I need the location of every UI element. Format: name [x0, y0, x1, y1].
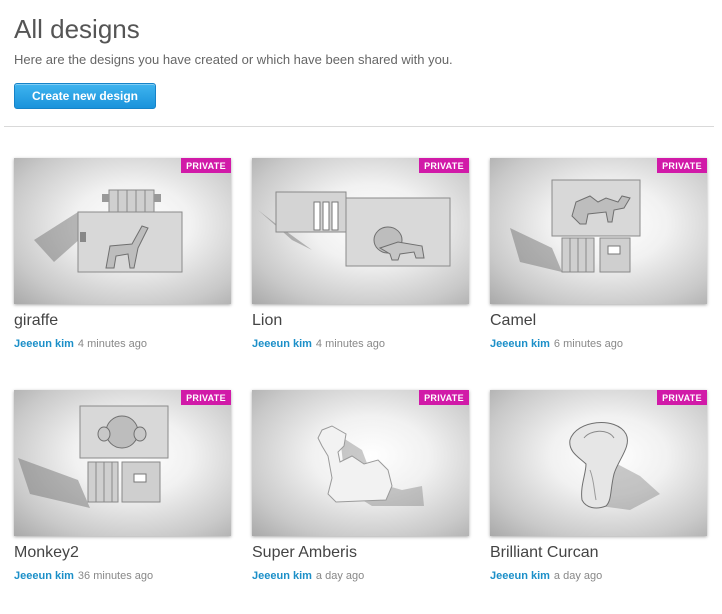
author-link[interactable]: Jeeeun kim	[490, 570, 550, 582]
monkey-kit-model	[18, 405, 169, 508]
author-link[interactable]: Jeeeun kim	[252, 338, 312, 350]
camel-silhouette-model	[317, 425, 424, 506]
private-badge: PRIVATE	[181, 390, 231, 405]
design-name[interactable]: Camel	[490, 312, 536, 330]
design-meta: Jeeeun kim a day ago	[490, 570, 602, 582]
timestamp: 4 minutes ago	[315, 338, 386, 350]
design-meta: Jeeeun kim 4 minutes ago	[14, 338, 147, 350]
design-meta: Jeeeun kim a day ago	[252, 570, 364, 582]
design-thumbnail[interactable]: PRIVATE	[490, 158, 707, 304]
private-badge: PRIVATE	[181, 158, 231, 173]
design-thumbnail[interactable]: PRIVATE	[14, 158, 231, 304]
header-divider	[4, 126, 714, 127]
design-name[interactable]: giraffe	[14, 312, 58, 330]
camel-kit-model	[510, 179, 641, 273]
author-link[interactable]: Jeeeun kim	[252, 570, 312, 582]
timestamp: a day ago	[315, 570, 365, 582]
private-badge: PRIVATE	[419, 390, 469, 405]
design-card[interactable]: PRIVATE Super Amberis Jeeeun kim a day ag…	[252, 390, 469, 590]
design-thumbnail[interactable]: PRIVATE	[14, 390, 231, 536]
design-thumbnail[interactable]: PRIVATE	[252, 390, 469, 536]
private-badge: PRIVATE	[657, 390, 707, 405]
design-meta: Jeeeun kim 36 minutes ago	[14, 570, 153, 582]
author-link[interactable]: Jeeeun kim	[490, 338, 550, 350]
design-name[interactable]: Monkey2	[14, 544, 79, 562]
lion-kit-model	[258, 191, 451, 267]
cobra-model	[569, 422, 660, 510]
timestamp: 4 minutes ago	[77, 338, 148, 350]
design-name[interactable]: Lion	[252, 312, 282, 330]
design-thumbnail[interactable]: PRIVATE	[252, 158, 469, 304]
author-link[interactable]: Jeeeun kim	[14, 570, 74, 582]
create-new-design-button[interactable]: Create new design	[14, 83, 156, 109]
private-badge: PRIVATE	[657, 158, 707, 173]
timestamp: a day ago	[553, 570, 603, 582]
private-badge: PRIVATE	[419, 158, 469, 173]
design-card[interactable]: PRIVATE Monkey2 Jeeeun kim 36 minutes ago	[14, 390, 231, 590]
giraffe-kit-model	[34, 189, 183, 273]
design-name[interactable]: Super Amberis	[252, 544, 357, 562]
design-meta: Jeeeun kim 4 minutes ago	[252, 338, 385, 350]
design-card[interactable]: PRIVATE Camel Jeeeun kim 6 minutes ago	[490, 158, 707, 358]
design-card[interactable]: PRIVATE Brilliant Curcan Jeeeun kim a day…	[490, 390, 707, 590]
design-card[interactable]: PRIVATE giraffe Jeeeun kim 4 minutes ago	[14, 158, 231, 358]
design-thumbnail[interactable]: PRIVATE	[490, 390, 707, 536]
timestamp: 6 minutes ago	[553, 338, 624, 350]
timestamp: 36 minutes ago	[77, 570, 154, 582]
design-card[interactable]: PRIVATE Lion Jeeeun kim 4 minutes ago	[252, 158, 469, 358]
design-meta: Jeeeun kim 6 minutes ago	[490, 338, 623, 350]
page-subtitle: Here are the designs you have created or…	[14, 52, 453, 67]
author-link[interactable]: Jeeeun kim	[14, 338, 74, 350]
design-name[interactable]: Brilliant Curcan	[490, 544, 598, 562]
page-title: All designs	[14, 14, 140, 44]
